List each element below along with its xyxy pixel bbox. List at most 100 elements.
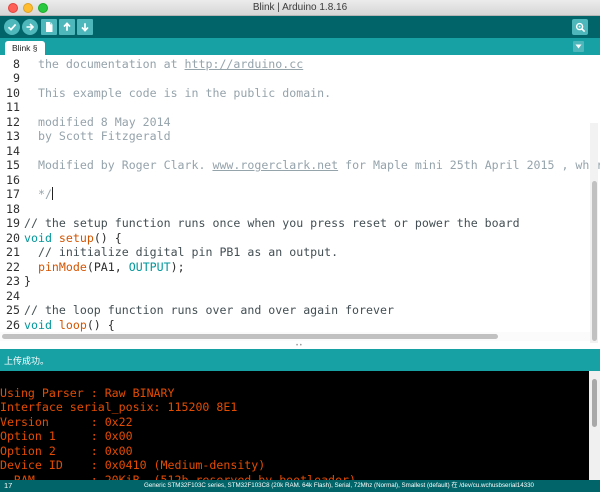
code-line: 15 Modified by Roger Clark. www.rogercla… xyxy=(0,158,600,173)
code-line: 14 xyxy=(0,144,590,159)
code-text: pinMode(PA1, OUTPUT); xyxy=(24,260,185,275)
line-number: 9 xyxy=(13,71,20,85)
line-number: 19 xyxy=(6,216,20,230)
code-token: loop xyxy=(58,317,87,332)
tab-blink[interactable]: Blink § xyxy=(5,41,45,55)
code-token: void xyxy=(24,317,52,332)
code-line: 8 the documentation at http://arduino.cc xyxy=(0,57,590,72)
line-number: 22 xyxy=(6,259,20,274)
line-number: 24 xyxy=(6,288,20,303)
line-number: 15 xyxy=(6,158,20,172)
code-line: 23} xyxy=(0,274,590,289)
line-number: 13 xyxy=(6,129,20,143)
code-text: void setup() { xyxy=(24,231,122,246)
editor-horizontal-scrollbar[interactable] xyxy=(0,332,590,341)
text-caret xyxy=(51,187,53,200)
code-token: the documentation at xyxy=(24,56,185,71)
line-number: 20 xyxy=(6,230,20,245)
toolbar xyxy=(0,16,600,38)
status-bar: 上传成功。 xyxy=(0,349,600,371)
code-token: for Maple mini 25th April 2015 , where t xyxy=(338,158,600,172)
code-token: setup xyxy=(58,230,94,245)
code-token: () { xyxy=(86,317,115,332)
line-number: 25 xyxy=(6,303,20,317)
window-title: Blink | Arduino 1.8.16 xyxy=(252,2,348,13)
code-text: } xyxy=(24,274,31,289)
console-vertical-scroll-thumb[interactable] xyxy=(592,379,597,427)
line-number: 17 xyxy=(6,187,20,201)
line-number: 26 xyxy=(6,317,20,332)
code-editor[interactable]: 8 the documentation at http://arduino.cc… xyxy=(0,55,600,343)
code-token: modified 8 May 2014 xyxy=(24,114,171,129)
code-line: 21 // initialize digital pin PB1 as an o… xyxy=(0,245,590,260)
line-number: 18 xyxy=(6,201,20,216)
code-token: } xyxy=(24,274,31,288)
console-line: Interface serial_posix: 115200 8E1 xyxy=(0,400,238,414)
code-token: () { xyxy=(93,230,122,245)
editor-vertical-scroll-thumb[interactable] xyxy=(592,181,597,341)
line-number: 23 xyxy=(6,274,20,288)
line-number: 8 xyxy=(13,56,20,71)
code-token: // the setup function runs once when you… xyxy=(24,216,520,230)
console-line: Option 2 : 0x00 xyxy=(0,443,133,458)
code-token: OUTPUT xyxy=(128,259,171,274)
code-line: 24 xyxy=(0,289,590,304)
code-line: 19 // the setup function runs once when y… xyxy=(0,216,590,231)
bottom-bar: 17 Generic STM32F103C series, STM32F103C… xyxy=(0,480,600,492)
code-text: by Scott Fitzgerald xyxy=(24,129,171,144)
code-text: void loop() { xyxy=(24,318,115,333)
arrow-down-icon xyxy=(81,23,89,32)
code-token: */ xyxy=(24,187,52,201)
status-message: 上传成功。 xyxy=(4,356,50,366)
code-line: 17 */ xyxy=(0,187,590,202)
code-line: 10 This example code is in the public do… xyxy=(0,86,590,101)
code-text: the documentation at http://arduino.cc xyxy=(24,57,303,72)
code-token: This example code is in the public domai… xyxy=(24,85,332,100)
new-button[interactable] xyxy=(41,19,57,35)
code-line: 11 xyxy=(0,100,590,115)
code-text: This example code is in the public domai… xyxy=(24,86,331,101)
triangle-down-icon xyxy=(575,44,582,49)
open-button[interactable] xyxy=(59,19,75,35)
code-text: // initialize digital pin PB1 as an outp… xyxy=(24,245,338,260)
tab-menu-button[interactable] xyxy=(573,41,584,52)
code-line: 9 xyxy=(0,71,590,86)
new-file-icon xyxy=(46,22,53,32)
code-text: // the setup function runs once when you… xyxy=(24,216,520,231)
console-line: Device ID : 0x0410 (Medium-density) xyxy=(0,458,266,472)
arrow-up-icon xyxy=(63,22,71,31)
code-line: 13 by Scott Fitzgerald xyxy=(0,129,590,144)
code-line: 12 modified 8 May 2014 xyxy=(0,115,590,130)
save-button[interactable] xyxy=(77,19,93,35)
upload-button[interactable] xyxy=(22,19,38,35)
code-token: // initialize digital pin PB1 as an outp… xyxy=(24,245,339,259)
code-token: // the loop function runs over and over … xyxy=(24,303,394,317)
code-token: (PA1, xyxy=(86,259,129,274)
console-line: Using Parser : Raw BINARY xyxy=(0,385,175,400)
checkmark-icon xyxy=(7,23,17,31)
code-text: */ xyxy=(24,187,53,202)
board-info[interactable]: Generic STM32F103C series, STM32F103C8 (… xyxy=(144,481,534,491)
editor-horizontal-scroll-thumb[interactable] xyxy=(2,334,498,339)
line-number: 10 xyxy=(6,85,20,100)
code-token: ); xyxy=(170,259,185,274)
console-output[interactable]: Using Parser : Raw BINARY Interface seria… xyxy=(0,371,600,480)
serial-monitor-button[interactable] xyxy=(572,19,588,35)
code-token: Modified by Roger Clark. xyxy=(24,158,213,172)
code-text: Modified by Roger Clark. www.rogerclark.… xyxy=(24,158,600,173)
code-line: 25 // the loop function runs over and ove… xyxy=(0,303,590,318)
tab-bar: Blink § xyxy=(0,38,600,55)
code-text: // the loop function runs over and over … xyxy=(24,303,394,318)
code-line: 16 xyxy=(0,173,590,188)
code-line: 20 void setup() { xyxy=(0,231,590,246)
code-token: http://arduino.cc xyxy=(184,56,304,71)
verify-button[interactable] xyxy=(4,19,20,35)
current-line-number: 17 xyxy=(4,481,13,490)
line-number: 12 xyxy=(6,114,20,129)
console-vertical-scrollbar[interactable] xyxy=(589,371,600,480)
line-number: 16 xyxy=(6,172,20,187)
editor-vertical-scrollbar[interactable] xyxy=(590,123,598,343)
